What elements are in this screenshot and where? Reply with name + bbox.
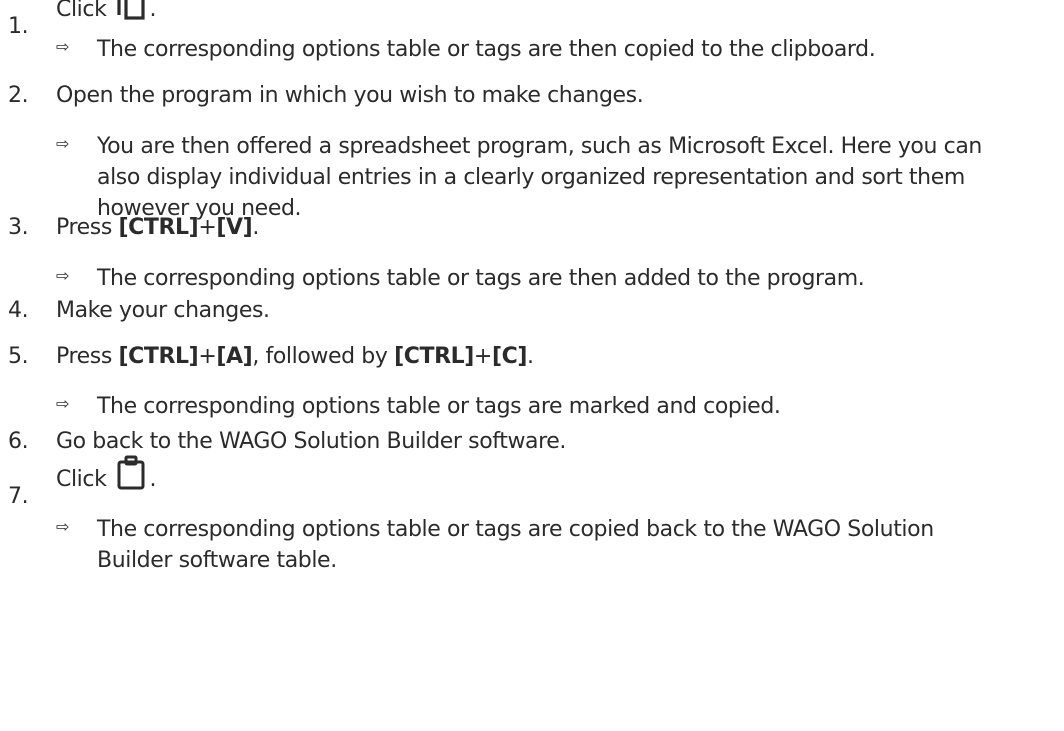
key-ctrl: [CTRL]	[118, 344, 199, 369]
key-a: [A]	[216, 344, 253, 369]
key-v: [V]	[216, 215, 253, 240]
step-number: 3.	[8, 215, 29, 240]
instruction-list: 1. Click. ⇨ The corresponding options table…	[0, 0, 1064, 731]
step-text: Click.	[56, 0, 156, 21]
result-arrow-icon: ⇨	[56, 266, 70, 285]
copy-icon[interactable]	[116, 0, 146, 21]
step-text: Press [CTRL]+[V].	[56, 215, 259, 240]
key-ctrl: [CTRL]	[394, 344, 474, 369]
paste-icon[interactable]	[116, 455, 146, 491]
result-arrow-icon: ⇨	[56, 517, 70, 536]
step-text: Make your changes.	[56, 298, 270, 323]
step-text: Click.	[56, 455, 156, 491]
key-c: [C]	[491, 344, 527, 369]
step-number: 1.	[8, 14, 29, 39]
step-number: 7.	[8, 484, 29, 509]
key-ctrl: [CTRL]	[118, 215, 199, 240]
step-number: 5.	[8, 344, 29, 369]
step-number: 4.	[8, 298, 29, 323]
result-arrow-icon: ⇨	[56, 37, 70, 56]
step-number: 6.	[8, 429, 29, 454]
step-number: 2.	[8, 83, 29, 108]
result-arrow-icon: ⇨	[56, 134, 70, 153]
step-text: Go back to the WAGO Solution Builder sof…	[56, 429, 567, 454]
result-arrow-icon: ⇨	[56, 394, 70, 413]
step-text: Open the program in which you wish to ma…	[56, 83, 644, 108]
step-text: Press [CTRL]+[A], followed by [CTRL]+[C]…	[56, 344, 534, 369]
